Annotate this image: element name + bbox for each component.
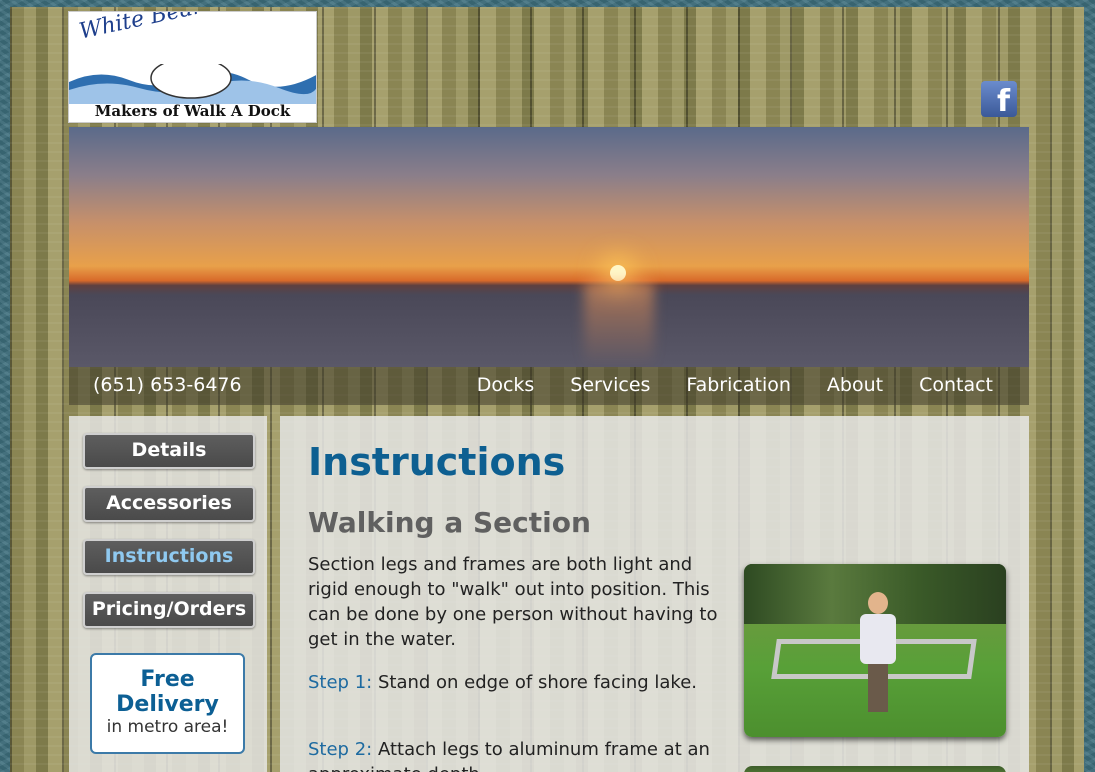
sidebar-button-accessories[interactable]: Accessories bbox=[83, 486, 255, 522]
nav-link-contact[interactable]: Contact bbox=[919, 374, 993, 396]
sunset-banner bbox=[69, 127, 1029, 367]
step-2: Step 2: Attach legs to aluminum frame at… bbox=[308, 737, 728, 772]
nav-link-services[interactable]: Services bbox=[570, 374, 650, 396]
photo-next-step bbox=[744, 766, 1006, 772]
waves-graphic bbox=[69, 64, 316, 104]
step-1-text: Stand on edge of shore facing lake. bbox=[377, 672, 698, 693]
phone-number: (651) 653-6476 bbox=[93, 374, 242, 396]
photo-person bbox=[860, 592, 896, 712]
site-logo[interactable]: White Bear Lift & Dock Makers of Walk A … bbox=[68, 11, 317, 123]
free-delivery-promo[interactable]: Free Delivery in metro area! bbox=[90, 653, 245, 754]
page-title: Instructions bbox=[308, 440, 566, 484]
step-1-label: Step 1: bbox=[308, 672, 373, 693]
promo-line-delivery: Delivery bbox=[116, 692, 219, 717]
nav-links: Docks Services Fabrication About Contact bbox=[477, 374, 993, 396]
person-body bbox=[860, 614, 896, 664]
section-title: Walking a Section bbox=[308, 506, 591, 539]
nav-link-about[interactable]: About bbox=[827, 374, 883, 396]
logo-title: White Bear Lift & Dock bbox=[77, 12, 316, 44]
step-1: Step 1: Stand on edge of shore facing la… bbox=[308, 670, 728, 695]
step-2-label: Step 2: bbox=[308, 739, 373, 760]
sidebar-button-details[interactable]: Details bbox=[83, 433, 255, 469]
nav-link-fabrication[interactable]: Fabrication bbox=[686, 374, 790, 396]
sidebar-button-pricing-orders[interactable]: Pricing/Orders bbox=[83, 592, 255, 628]
promo-line-free: Free bbox=[140, 667, 195, 692]
person-head bbox=[868, 592, 888, 614]
sidebar-button-instructions[interactable]: Instructions bbox=[83, 539, 255, 575]
intro-paragraph: Section legs and frames are both light a… bbox=[308, 554, 718, 650]
promo-line-metro: in metro area! bbox=[106, 717, 229, 737]
main-content: Instructions Walking a Section Section l… bbox=[280, 416, 1029, 772]
photo-walking-section bbox=[744, 564, 1006, 737]
sun-reflection bbox=[584, 282, 654, 367]
nav-link-docks[interactable]: Docks bbox=[477, 374, 535, 396]
main-nav: (651) 653-6476 Docks Services Fabricatio… bbox=[69, 367, 1029, 405]
facebook-icon[interactable]: f bbox=[981, 81, 1017, 117]
person-legs bbox=[868, 664, 888, 712]
sun-graphic bbox=[610, 265, 626, 281]
logo-tagline: Makers of Walk A Dock bbox=[94, 102, 291, 120]
sidebar: Details Accessories Instructions Pricing… bbox=[69, 416, 267, 772]
